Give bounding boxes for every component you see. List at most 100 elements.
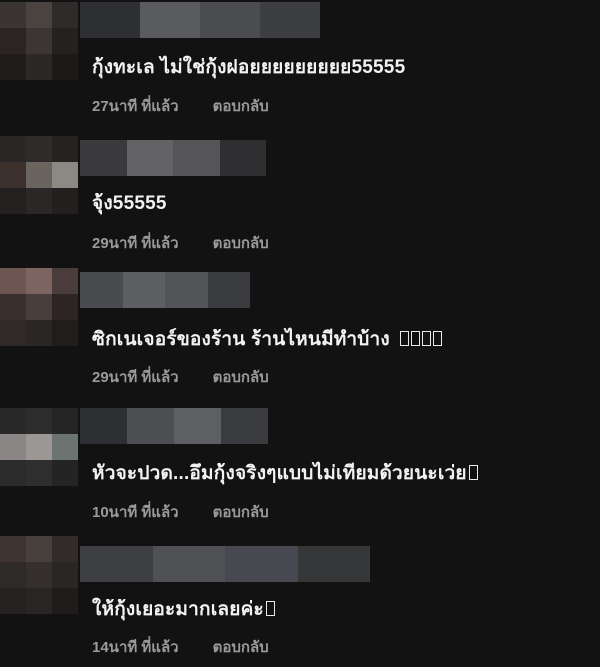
avatar-pixel <box>26 136 52 162</box>
username-pixel <box>297 546 370 582</box>
comment-meta: 29นาที ที่แล้ว ตอบกลับ <box>92 365 269 389</box>
username-pixel <box>219 140 266 176</box>
username-pixel <box>221 408 268 444</box>
username-pixel <box>80 272 123 308</box>
avatar-pixel <box>26 536 52 562</box>
comment-meta: 29นาที ที่แล้ว ตอบกลับ <box>92 231 269 255</box>
avatar-pixel <box>26 188 52 214</box>
username-blurred[interactable] <box>80 408 268 444</box>
avatar-pixel <box>26 408 52 434</box>
username-pixel <box>140 2 200 38</box>
avatar-pixel <box>0 588 26 614</box>
username-pixel <box>260 2 320 38</box>
username-pixel <box>174 408 221 444</box>
emoji-placeholder <box>398 329 442 350</box>
username-pixel <box>127 408 174 444</box>
comment-meta: 27นาที ที่แล้ว ตอบกลับ <box>92 94 269 118</box>
avatar[interactable] <box>0 136 78 214</box>
avatar-pixel <box>0 136 26 162</box>
comment-text: ซิกเนเจอร์ของร้าน ร้านไหนมีทำบ้าง <box>92 324 442 354</box>
avatar-pixel <box>52 2 78 28</box>
avatar-pixel <box>0 28 26 54</box>
reply-button[interactable]: ตอบกลับ <box>213 500 269 524</box>
comment-meta: 10นาที ที่แล้ว ตอบกลับ <box>92 500 269 524</box>
avatar-pixel <box>52 162 78 188</box>
avatar-pixel <box>26 320 52 346</box>
missing-emoji-icon <box>410 331 420 346</box>
emoji-placeholder <box>467 463 478 484</box>
avatar-pixel <box>26 28 52 54</box>
missing-emoji-icon <box>432 331 442 346</box>
username-pixel <box>152 546 226 582</box>
avatar[interactable] <box>0 268 78 346</box>
comment-text: จุ้ง55555 <box>92 193 167 214</box>
username-pixel <box>80 2 140 38</box>
avatar-pixel <box>52 28 78 54</box>
avatar-pixel <box>26 2 52 28</box>
emoji-placeholder <box>264 599 275 620</box>
avatar-pixel <box>52 136 78 162</box>
username-pixel <box>122 272 166 308</box>
avatar[interactable] <box>0 408 78 486</box>
username-pixel <box>80 140 127 176</box>
comment-text: กุ้งทะเล ไม่ใช่กุ้งฝอยยยยยยยยย55555 <box>92 57 406 78</box>
username-pixel <box>80 408 127 444</box>
username-pixel <box>225 546 298 582</box>
username-blurred[interactable] <box>80 2 320 38</box>
username-pixel <box>173 140 220 176</box>
username-blurred[interactable] <box>80 272 250 308</box>
avatar-pixel <box>52 588 78 614</box>
avatar-pixel <box>26 562 52 588</box>
avatar-pixel <box>26 588 52 614</box>
username-pixel <box>126 140 174 176</box>
avatar-pixel <box>52 188 78 214</box>
missing-emoji-icon <box>468 465 478 480</box>
avatar-pixel <box>0 434 26 460</box>
username-blurred[interactable] <box>80 140 266 176</box>
avatar-pixel <box>52 408 78 434</box>
avatar[interactable] <box>0 2 78 80</box>
avatar-pixel <box>26 54 52 80</box>
comment-text: ให้กุ้งเยอะมากเลยค่ะ <box>92 594 275 624</box>
avatar-pixel <box>0 536 26 562</box>
avatar-pixel <box>52 294 78 320</box>
username-blurred[interactable] <box>80 546 370 582</box>
avatar-pixel <box>0 268 26 294</box>
avatar-pixel <box>26 294 52 320</box>
avatar-pixel <box>52 536 78 562</box>
avatar-pixel <box>0 2 26 28</box>
missing-emoji-icon <box>265 601 275 616</box>
username-pixel <box>200 2 260 38</box>
reply-button[interactable]: ตอบกลับ <box>213 94 269 118</box>
avatar-pixel <box>0 460 26 486</box>
avatar-pixel <box>0 562 26 588</box>
username-pixel <box>165 272 208 308</box>
avatar-pixel <box>0 320 26 346</box>
comment-timestamp: 29นาที ที่แล้ว <box>92 369 179 386</box>
comment-meta: 14นาที ที่แล้ว ตอบกลับ <box>92 635 269 659</box>
missing-emoji-icon <box>421 331 431 346</box>
avatar-pixel <box>26 434 52 460</box>
avatar-pixel <box>26 268 52 294</box>
comment-timestamp: 29นาที ที่แล้ว <box>92 235 179 252</box>
reply-button[interactable]: ตอบกลับ <box>213 231 269 255</box>
avatar-pixel <box>52 268 78 294</box>
comment-text: หัวจะปวด...อึมกุ้งจริงๆแบบไม่เทียมด้วยนะ… <box>92 458 478 488</box>
avatar[interactable] <box>0 536 78 614</box>
avatar-pixel <box>52 562 78 588</box>
comment-timestamp: 27นาที ที่แล้ว <box>92 98 179 115</box>
avatar-pixel <box>52 434 78 460</box>
avatar-pixel <box>26 162 52 188</box>
avatar-pixel <box>52 54 78 80</box>
username-pixel <box>80 546 153 582</box>
missing-emoji-icon <box>399 331 409 346</box>
avatar-pixel <box>26 460 52 486</box>
username-pixel <box>207 272 250 308</box>
comment-timestamp: 14นาที ที่แล้ว <box>92 639 179 656</box>
comment-timestamp: 10นาที ที่แล้ว <box>92 504 179 521</box>
reply-button[interactable]: ตอบกลับ <box>213 365 269 389</box>
avatar-pixel <box>0 54 26 80</box>
reply-button[interactable]: ตอบกลับ <box>213 635 269 659</box>
avatar-pixel <box>0 162 26 188</box>
avatar-pixel <box>52 460 78 486</box>
